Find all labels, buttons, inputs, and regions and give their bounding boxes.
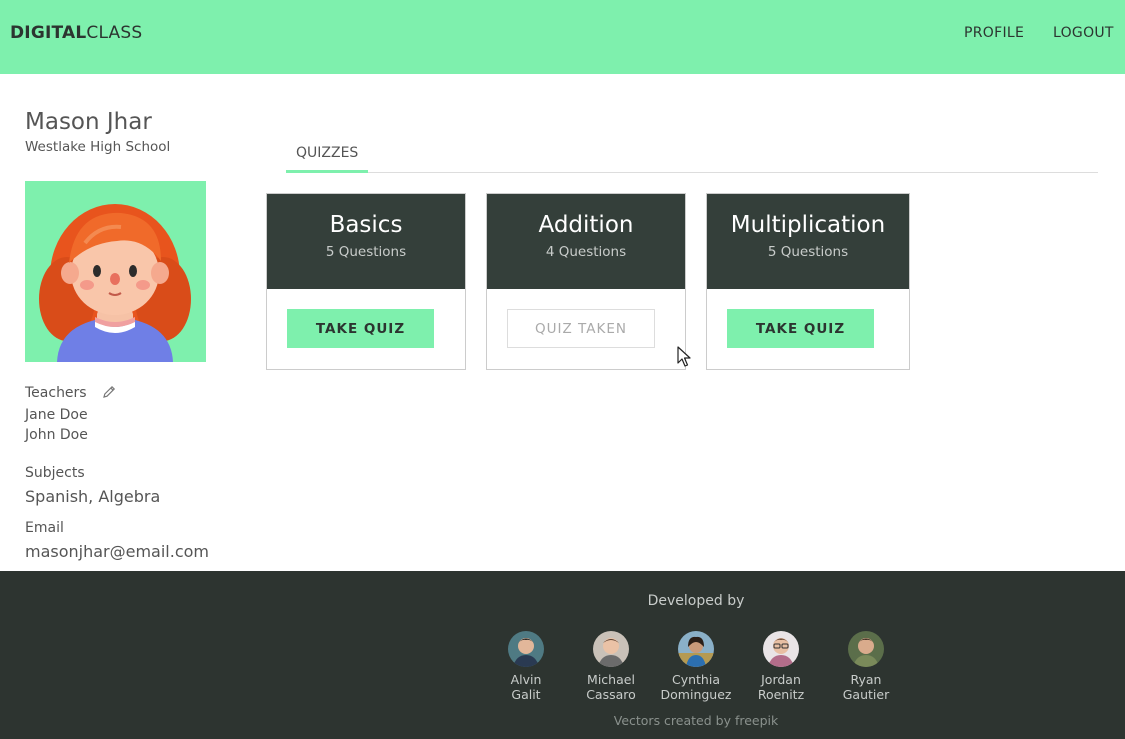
tab-bar: QUIZZES [286, 141, 1098, 173]
quiz-question-count: 5 Questions [325, 244, 407, 260]
vector-credit[interactable]: Vectors created by freepik [546, 713, 846, 728]
pencil-icon[interactable] [102, 384, 116, 403]
quiz-card-addition: Addition 4 Questions QUIZ TAKEN [486, 193, 686, 370]
quiz-title: Addition [538, 212, 634, 238]
quiz-title: Basics [329, 212, 403, 238]
developer-card: Cynthia Dominguez [654, 631, 738, 702]
take-quiz-button[interactable]: TAKE QUIZ [287, 309, 434, 348]
teachers-label: Teachers [25, 385, 87, 401]
quiz-taken-button: QUIZ TAKEN [507, 309, 655, 348]
student-name: Mason Jhar [25, 109, 152, 135]
brand-light: CLASS [86, 23, 143, 43]
developer-first-name: Cynthia [671, 672, 720, 687]
developer-avatar [763, 631, 799, 667]
tab-quizzes[interactable]: QUIZZES [286, 141, 369, 173]
developer-avatar [593, 631, 629, 667]
email-label: Email [25, 520, 64, 536]
quiz-card-header: Addition 4 Questions [487, 194, 685, 289]
teacher-item: John Doe [25, 427, 88, 443]
quiz-question-count: 5 Questions [767, 244, 849, 260]
quiz-card-header: Multiplication 5 Questions [707, 194, 909, 289]
email-value: masonjhar@email.com [25, 542, 210, 561]
developer-card: Ryan Gautier [824, 631, 908, 702]
developer-first-name: Ryan [850, 672, 882, 687]
nav-logout-link[interactable]: LOGOUT [1053, 25, 1114, 41]
quiz-title: Multiplication [730, 212, 886, 238]
quiz-card-multiplication: Multiplication 5 Questions TAKE QUIZ [706, 193, 910, 370]
quiz-card-header: Basics 5 Questions [267, 194, 465, 289]
developer-first-name: Michael [587, 672, 635, 687]
developer-last-name: Roenitz [757, 687, 805, 702]
teacher-item: Jane Doe [25, 407, 88, 423]
quiz-card-basics: Basics 5 Questions TAKE QUIZ [266, 193, 466, 370]
subjects-label: Subjects [25, 465, 85, 481]
developer-avatar [678, 631, 714, 667]
quiz-question-count: 4 Questions [545, 244, 627, 260]
school-name: Westlake High School [25, 139, 171, 155]
top-navbar: DIGITALCLASS PROFILE LOGOUT [0, 0, 1125, 74]
mouse-cursor-icon [677, 346, 691, 372]
subjects-value: Spanish, Algebra [25, 487, 161, 506]
teachers-section: Teachers Jane Doe John Doe [25, 382, 245, 443]
developer-last-name: Cassaro [586, 687, 636, 702]
developer-avatar [848, 631, 884, 667]
avatar-illustration [25, 181, 206, 362]
footer: Developed by Alvin Galit Michael Cassaro… [0, 571, 1125, 739]
developer-card: Alvin Galit [484, 631, 568, 702]
developed-by-label: Developed by [647, 593, 745, 609]
brand-logo[interactable]: DIGITALCLASS [10, 23, 142, 43]
developer-first-name: Alvin [510, 672, 542, 687]
developer-last-name: Dominguez [660, 687, 732, 702]
brand-bold: DIGITAL [10, 23, 87, 43]
developer-first-name: Jordan [761, 672, 801, 687]
profile-sidebar: Mason Jhar Westlake High School Teachers… [25, 106, 245, 561]
student-avatar [25, 181, 206, 362]
developer-last-name: Gautier [842, 687, 890, 702]
developer-card: Michael Cassaro [569, 631, 653, 702]
developer-avatar [508, 631, 544, 667]
nav-profile-link[interactable]: PROFILE [964, 25, 1024, 41]
developer-card: Jordan Roenitz [739, 631, 823, 702]
take-quiz-button[interactable]: TAKE QUIZ [727, 309, 874, 348]
developer-last-name: Galit [511, 687, 541, 702]
